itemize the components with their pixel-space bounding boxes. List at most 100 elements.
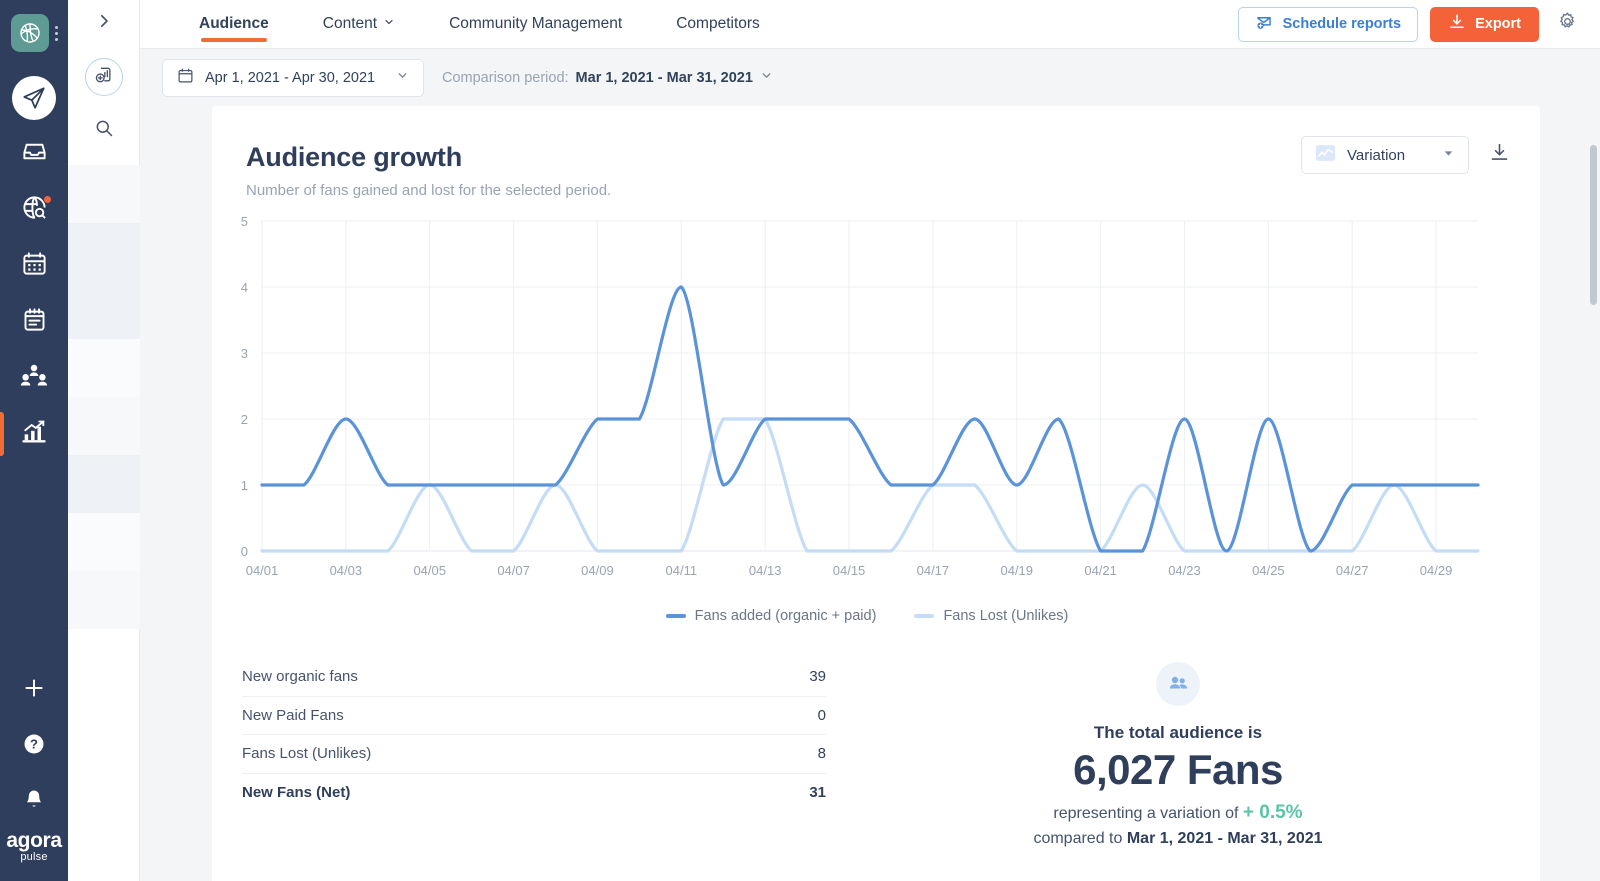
y-axis-tick-label: 2 — [241, 412, 248, 427]
variation-prefix: representing a variation of — [1053, 805, 1243, 822]
paper-plane-icon — [12, 76, 56, 120]
download-chart-button[interactable] — [1485, 138, 1514, 172]
rail-item-publishing[interactable] — [0, 70, 68, 126]
x-axis-tick-label: 04/15 — [833, 563, 866, 578]
audience-growth-chart: 0 1 2 3 4 5 04/01 04/03 04/05 04/07 04/09 04/11 04/1… — [212, 213, 1540, 624]
list-item[interactable] — [67, 223, 140, 281]
more-options-icon[interactable] — [54, 25, 58, 41]
list-item[interactable] — [67, 281, 140, 339]
date-range-value: Apr 1, 2021 - Apr 30, 2021 — [205, 69, 376, 86]
list-item[interactable] — [67, 339, 140, 397]
calendar-icon — [21, 250, 48, 282]
legend-item-fans-added[interactable]: Fans added (organic + paid) — [665, 608, 876, 624]
download-icon — [1489, 142, 1510, 168]
chevron-down-icon — [1442, 147, 1455, 164]
schedule-reports-button[interactable]: Schedule reports — [1237, 6, 1419, 42]
notepad-icon — [21, 306, 48, 338]
legend-swatch-added — [665, 614, 686, 618]
export-button[interactable]: Export — [1430, 6, 1539, 42]
list-item[interactable] — [67, 165, 140, 223]
stat-value: 8 — [817, 745, 826, 763]
audience-growth-card: Audience growth Number of fans gained an… — [212, 106, 1540, 881]
tab-content-label: Content — [322, 15, 378, 32]
list-item[interactable] — [67, 397, 140, 455]
logo-text-top: agora — [6, 829, 62, 852]
rail-item-crm[interactable] — [0, 350, 68, 406]
x-axis-tick-label: 04/29 — [1420, 563, 1453, 578]
users-crm-icon — [20, 362, 48, 395]
rail-item-listening[interactable] — [0, 182, 68, 238]
stats-table: New organic fans 39 New Paid Fans 0 Fans Los… — [242, 658, 826, 848]
comparison-line: compared to Mar 1, 2021 - Mar 31, 2021 — [1033, 830, 1322, 848]
svg-text:?: ? — [30, 736, 38, 751]
primary-nav-rail: ? agora pulse — [0, 0, 68, 881]
rail-item-calendar[interactable] — [0, 238, 68, 294]
list-item[interactable] — [67, 513, 140, 571]
x-axis-tick-label: 04/05 — [413, 563, 446, 578]
chart-canvas: 0 1 2 3 4 5 04/01 04/03 04/05 04/07 04/09 04/11 04/1… — [241, 214, 1480, 578]
x-axis-tick-label: 04/01 — [246, 563, 279, 578]
tab-community-management[interactable]: Community Management — [422, 0, 649, 48]
notification-badge — [43, 195, 52, 204]
app-root: ? agora pulse Audience Content Community… — [0, 0, 1600, 881]
settings-button[interactable] — [1551, 7, 1584, 41]
add-report-icon — [94, 65, 114, 90]
tab-content[interactable]: Content — [296, 0, 422, 48]
card-subtitle: Number of fans gained and lost for the s… — [246, 182, 612, 199]
rail-item-inbox[interactable] — [0, 126, 68, 182]
comparison-period-label: Comparison period: — [442, 69, 569, 86]
x-axis-tick-label: 04/07 — [497, 563, 530, 578]
vertical-scrollbar[interactable] — [1590, 145, 1597, 305]
question-circle-icon: ? — [22, 732, 46, 761]
two-users-icon — [1156, 662, 1200, 706]
date-range-picker[interactable]: Apr 1, 2021 - Apr 30, 2021 — [162, 58, 424, 97]
x-axis-tick-label: 04/13 — [749, 563, 782, 578]
download-icon — [1448, 13, 1466, 35]
x-axis-tick-label: 04/09 — [581, 563, 614, 578]
search-profiles-button[interactable] — [94, 118, 114, 143]
stat-value: 31 — [809, 784, 826, 802]
rail-item-reports[interactable] — [0, 406, 68, 462]
rail-item-notifications[interactable] — [0, 774, 68, 830]
list-item[interactable] — [67, 571, 140, 629]
main-content: Audience Content Community Management Co… — [140, 0, 1600, 881]
schedule-reports-label: Schedule reports — [1282, 16, 1402, 32]
total-audience-label: The total audience is — [1093, 723, 1263, 742]
search-icon — [94, 120, 114, 142]
report-scroll-area: Audience growth Number of fans gained an… — [140, 106, 1600, 881]
variation-line: representing a variation of + 0.5% — [1053, 802, 1302, 824]
y-axis-tick-label: 4 — [241, 280, 248, 295]
metric-select-value: Variation — [1347, 146, 1406, 164]
filters-bar: Apr 1, 2021 - Apr 30, 2021 Comparison pe… — [140, 49, 1600, 106]
stat-label: New Fans (Net) — [242, 784, 351, 802]
x-axis-tick-label: 04/17 — [917, 563, 950, 578]
line-chart-icon — [1315, 144, 1336, 166]
rail-item-help[interactable]: ? — [0, 718, 68, 774]
total-audience-value: 6,027 Fans — [1073, 746, 1283, 793]
stat-label: New organic fans — [242, 668, 358, 686]
y-axis-tick-label: 1 — [241, 478, 248, 493]
table-row: New Fans (Net) 31 — [242, 774, 826, 813]
chevron-down-icon — [383, 15, 395, 33]
card-header-actions: Variation — [1301, 136, 1514, 174]
stat-value: 39 — [809, 668, 826, 686]
legend-label-lost: Fans Lost (Unlikes) — [943, 608, 1069, 624]
rail-item-add[interactable] — [0, 662, 68, 718]
expand-panel-button[interactable] — [68, 0, 139, 46]
rail-item-content-library[interactable] — [0, 294, 68, 350]
stat-label: New Paid Fans — [242, 706, 344, 724]
metric-select[interactable]: Variation — [1301, 136, 1469, 174]
stat-value: 0 — [817, 706, 826, 724]
tab-competitors[interactable]: Competitors — [649, 0, 787, 48]
mail-add-icon — [1255, 13, 1274, 36]
x-axis-tick-label: 04/27 — [1336, 563, 1369, 578]
chevron-right-icon — [95, 12, 113, 35]
comparison-period-selector[interactable]: Comparison period: Mar 1, 2021 - Mar 31,… — [442, 69, 773, 86]
table-row: New organic fans 39 — [242, 658, 826, 697]
leaf-logo-icon[interactable] — [10, 14, 49, 52]
chart-legend: Fans added (organic + paid) Fans Lost (U… — [220, 608, 1514, 624]
add-report-button[interactable] — [84, 58, 123, 96]
legend-item-fans-lost[interactable]: Fans Lost (Unlikes) — [914, 608, 1068, 624]
tab-audience[interactable]: Audience — [172, 0, 296, 48]
list-item[interactable] — [67, 455, 140, 513]
